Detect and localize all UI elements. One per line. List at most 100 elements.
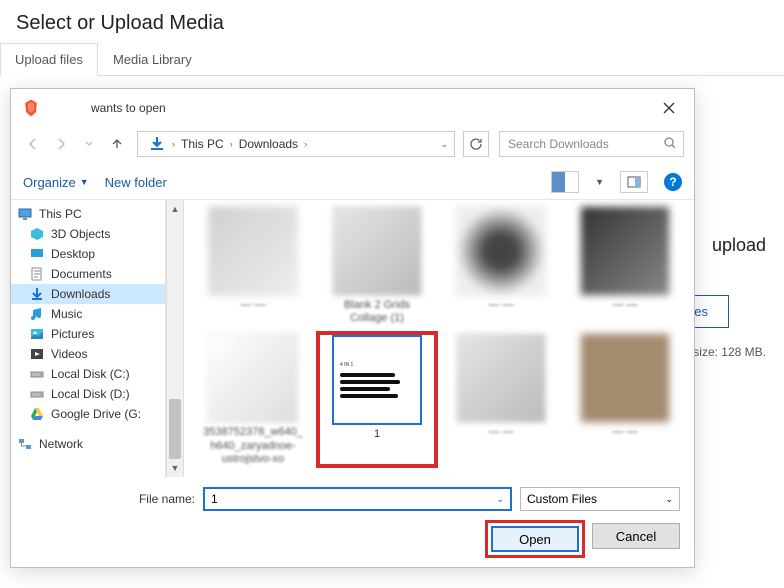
filename-label: File name: — [25, 492, 195, 506]
chevron-down-icon[interactable]: ⌄ — [496, 494, 504, 505]
file-item[interactable]: 3538752378_w640_h640_zaryadnoe-ustrojstv… — [194, 333, 312, 466]
scroll-up-icon[interactable]: ▲ — [167, 200, 183, 218]
search-input[interactable]: Search Downloads — [499, 131, 684, 157]
crumb-this-pc[interactable]: This PC — [181, 137, 224, 151]
sidebar-scrollbar[interactable]: ▲ ▼ — [166, 200, 184, 477]
dialog-title: wants to open — [49, 101, 646, 115]
titlebar: wants to open — [11, 89, 694, 127]
file-label: 1 — [374, 428, 380, 441]
filename-input[interactable]: 1 ⌄ — [203, 487, 512, 511]
drive-icon — [29, 366, 45, 382]
sidebar-item-desktop[interactable]: Desktop — [11, 244, 165, 264]
sidebar-item-google-drive[interactable]: Google Drive (G: — [11, 404, 165, 424]
chevron-right-icon: › — [168, 139, 179, 149]
music-icon — [29, 306, 45, 322]
back-button[interactable] — [21, 132, 45, 156]
pictures-icon — [29, 326, 45, 342]
sidebar-item-local-disk-d[interactable]: Local Disk (D:) — [11, 384, 165, 404]
recent-dropdown[interactable] — [77, 132, 101, 156]
forward-button[interactable] — [49, 132, 73, 156]
thumbnail — [332, 206, 422, 296]
tab-media-library[interactable]: Media Library — [98, 43, 207, 75]
file-label: — — — [240, 299, 265, 312]
file-grid: — — Blank 2 Grids Collage (1) — — — — 35… — [184, 200, 694, 477]
thumbnail: 4 IN 1 — [332, 335, 422, 425]
crumb-downloads[interactable]: Downloads — [239, 137, 298, 151]
tabs: Upload files Media Library — [0, 43, 784, 76]
refresh-icon — [469, 137, 483, 151]
file-type-filter[interactable]: Custom Files ⌄ — [520, 487, 680, 511]
arrow-left-icon — [26, 137, 40, 151]
chevron-down-icon — [84, 139, 94, 149]
help-button[interactable]: ? — [664, 173, 682, 191]
open-button[interactable]: Open — [491, 526, 579, 552]
filename-value: 1 — [211, 492, 218, 506]
file-item[interactable]: — — — [566, 206, 684, 325]
chevron-down-icon: ▼ — [80, 177, 89, 187]
chevron-right-icon: › — [226, 139, 237, 149]
file-open-dialog: wants to open › This PC › Downloads › ⌄ … — [10, 88, 695, 568]
thumbnail — [456, 206, 546, 296]
videos-icon — [29, 346, 45, 362]
sidebar-item-pictures[interactable]: Pictures — [11, 324, 165, 344]
page-title: Select or Upload Media — [16, 12, 768, 35]
brave-icon — [21, 98, 41, 118]
file-item[interactable]: — — — [194, 206, 312, 325]
cube-icon — [29, 226, 45, 242]
chevron-right-icon: › — [300, 139, 311, 149]
thumbnail — [208, 206, 298, 296]
sidebar-item-this-pc[interactable]: This PC — [11, 204, 165, 224]
sidebar-item-local-disk-c[interactable]: Local Disk (C:) — [11, 364, 165, 384]
file-item[interactable]: — — — [442, 206, 560, 325]
new-folder-button[interactable]: New folder — [105, 175, 167, 190]
sidebar: This PC 3D Objects Desktop Documents Dow… — [11, 200, 166, 477]
sidebar-item-videos[interactable]: Videos — [11, 344, 165, 364]
close-icon — [663, 102, 675, 114]
sidebar-item-network[interactable]: Network — [11, 434, 165, 454]
sidebar-item-documents[interactable]: Documents — [11, 264, 165, 284]
file-label: — — — [612, 426, 637, 439]
thumbnail — [208, 333, 298, 423]
documents-icon — [29, 266, 45, 282]
download-icon — [29, 286, 45, 302]
tab-upload-files[interactable]: Upload files — [0, 43, 98, 76]
max-size-label: size: 128 MB. — [693, 345, 766, 359]
desktop-icon — [29, 246, 45, 262]
cancel-button[interactable]: Cancel — [592, 523, 680, 549]
arrow-right-icon — [54, 137, 68, 151]
preview-pane-icon — [627, 176, 641, 188]
file-label: — — — [488, 426, 513, 439]
thumbnail — [580, 206, 670, 296]
file-item-selected[interactable]: 4 IN 1 1 — [318, 333, 436, 466]
file-label: — — — [488, 299, 513, 312]
up-button[interactable] — [105, 132, 129, 156]
file-label: — — — [612, 299, 637, 312]
thumbnail — [456, 333, 546, 423]
view-mode-button[interactable] — [551, 171, 579, 193]
sidebar-item-3d-objects[interactable]: 3D Objects — [11, 224, 165, 244]
monitor-icon — [17, 206, 33, 222]
dialog-footer: File name: 1 ⌄ Custom Files ⌄ Open Cance… — [11, 477, 694, 567]
thumbnail — [580, 333, 670, 423]
breadcrumb[interactable]: › This PC › Downloads › ⌄ — [137, 131, 455, 157]
sidebar-item-downloads[interactable]: Downloads — [11, 284, 165, 304]
file-item[interactable]: — — — [566, 333, 684, 466]
toolbar: Organize ▼ New folder ▼ ? — [11, 165, 694, 200]
file-item[interactable]: Blank 2 Grids Collage (1) — [318, 206, 436, 325]
google-drive-icon — [29, 406, 45, 422]
navigation-bar: › This PC › Downloads › ⌄ Search Downloa… — [11, 127, 694, 165]
close-button[interactable] — [654, 97, 684, 119]
arrow-up-icon — [110, 137, 124, 151]
file-item[interactable]: — — — [442, 333, 560, 466]
scrollbar-thumb[interactable] — [169, 399, 181, 459]
chevron-down-icon[interactable]: ▼ — [595, 177, 604, 187]
refresh-button[interactable] — [463, 131, 489, 157]
drive-icon — [29, 386, 45, 402]
search-icon — [663, 136, 677, 150]
preview-pane-button[interactable] — [620, 171, 648, 193]
downloads-folder-icon — [148, 135, 166, 153]
scroll-down-icon[interactable]: ▼ — [167, 459, 183, 477]
chevron-down-icon[interactable]: ⌄ — [440, 139, 448, 150]
organize-button[interactable]: Organize ▼ — [23, 175, 89, 190]
sidebar-item-music[interactable]: Music — [11, 304, 165, 324]
